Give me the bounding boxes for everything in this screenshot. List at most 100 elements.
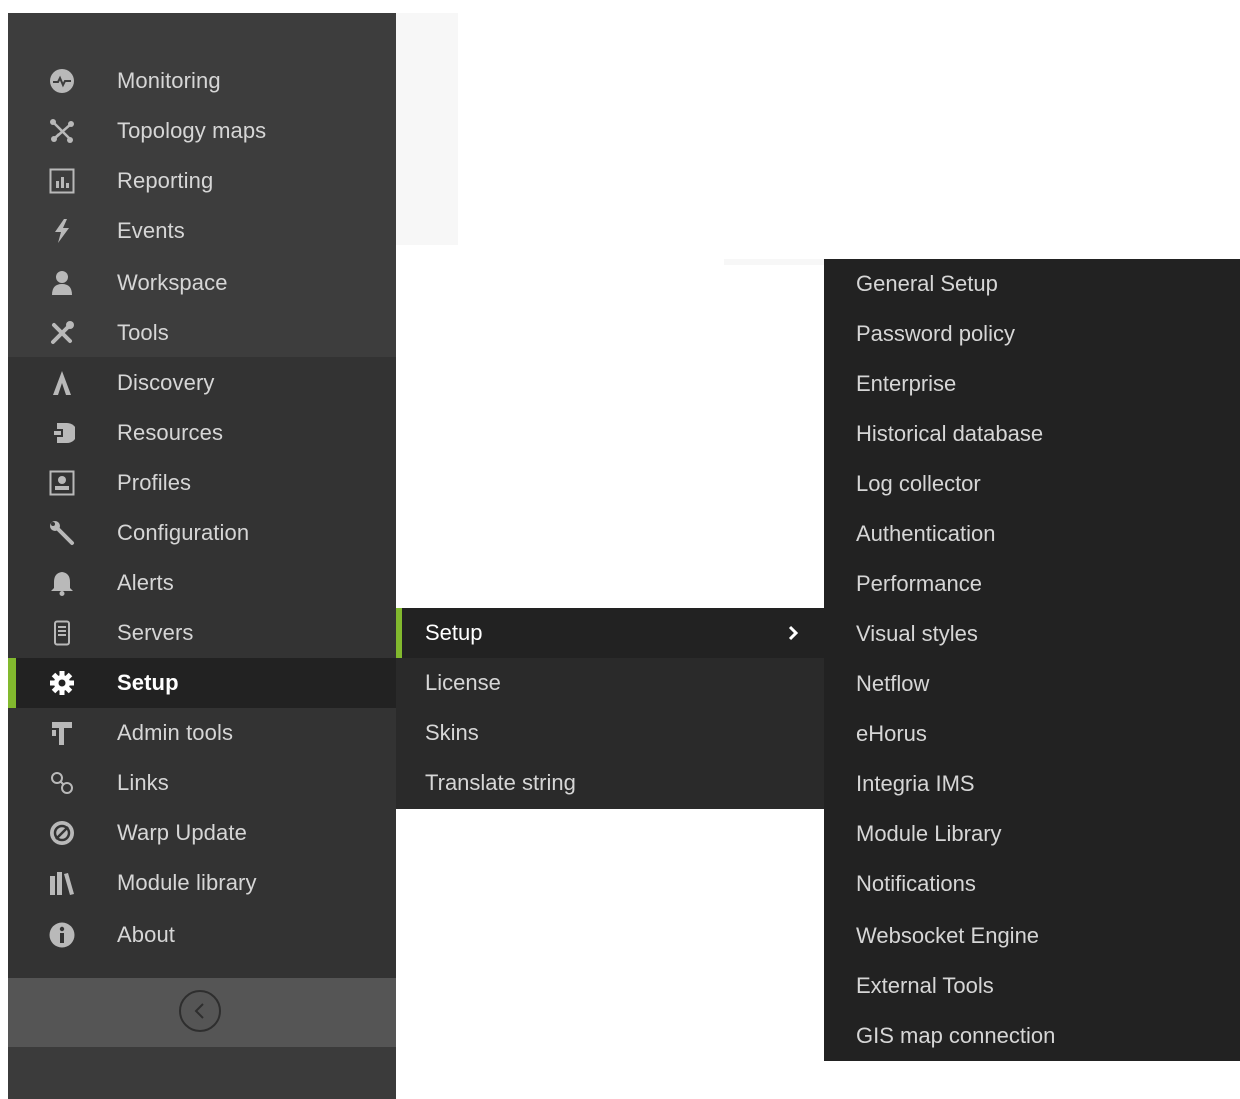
submenu2-item-label: Performance	[856, 571, 982, 596]
sidebar-item-resources[interactable]: Resources	[8, 408, 396, 458]
background-panel	[396, 13, 458, 245]
topology-icon	[48, 118, 76, 144]
gear-icon	[48, 670, 76, 696]
sidebar-item-profiles[interactable]: Profiles	[8, 458, 396, 508]
submenu2-item-gis-map-connection[interactable]: GIS map connection	[824, 1011, 1240, 1061]
sidebar-item-monitoring[interactable]: Monitoring	[8, 56, 396, 106]
sidebar-item-tools[interactable]: Tools	[8, 308, 396, 358]
sidebar-item-label: Setup	[117, 670, 179, 695]
setup-submenu: Setup License Skins Translate string	[396, 608, 824, 809]
active-indicator	[396, 608, 402, 658]
sidebar-item-workspace[interactable]: Workspace	[8, 258, 396, 308]
sidebar-item-label: Discovery	[117, 370, 215, 395]
sidebar-item-label: Events	[117, 218, 185, 243]
submenu2-item-historical-database[interactable]: Historical database	[824, 409, 1240, 459]
sidebar-item-alerts[interactable]: Alerts	[8, 558, 396, 608]
sidebar-item-events[interactable]: Events	[8, 206, 396, 256]
tools-icon	[48, 320, 76, 346]
submenu2-item-label: General Setup	[856, 271, 998, 296]
sidebar-item-label: Links	[117, 770, 169, 795]
submenu2-item-websocket-engine[interactable]: Websocket Engine	[824, 911, 1240, 961]
submenu2-item-netflow[interactable]: Netflow	[824, 659, 1240, 709]
sidebar-item-warp-update[interactable]: Warp Update	[8, 808, 396, 858]
link-icon	[48, 770, 76, 796]
submenu-item-setup[interactable]: Setup	[396, 608, 824, 658]
submenu2-item-visual-styles[interactable]: Visual styles	[824, 609, 1240, 659]
chevron-left-icon	[194, 1003, 204, 1019]
submenu-item-label: Skins	[425, 720, 479, 745]
sidebar-item-label: Admin tools	[117, 720, 234, 745]
submenu2-item-integria-ims[interactable]: Integria IMS	[824, 759, 1240, 809]
chevron-right-icon	[788, 625, 799, 641]
submenu2-item-external-tools[interactable]: External Tools	[824, 961, 1240, 1011]
profile-card-icon	[48, 470, 76, 496]
submenu2-item-label: Notifications	[856, 871, 976, 896]
info-icon	[48, 922, 76, 948]
discovery-icon	[48, 370, 76, 396]
sidebar-item-configuration[interactable]: Configuration	[8, 508, 396, 558]
sidebar-item-label: Tools	[117, 320, 169, 345]
sidebar-item-about[interactable]: About	[8, 910, 396, 960]
submenu2-item-label: Module Library	[856, 821, 1002, 846]
active-indicator	[8, 658, 16, 708]
sidebar-item-label: About	[117, 922, 175, 947]
submenu-item-label: Translate string	[425, 770, 576, 795]
sidebar-item-label: Module library	[117, 870, 257, 895]
sidebar-item-label: Reporting	[117, 168, 214, 193]
submenu2-item-performance[interactable]: Performance	[824, 559, 1240, 609]
library-icon	[48, 870, 76, 896]
sidebar-item-label: Workspace	[117, 270, 228, 295]
submenu2-item-label: Websocket Engine	[856, 923, 1040, 948]
submenu2-item-general-setup[interactable]: General Setup	[824, 259, 1240, 309]
submenu2-item-password-policy[interactable]: Password policy	[824, 309, 1240, 359]
submenu2-item-label: Enterprise	[856, 371, 957, 396]
setup-options-submenu: General Setup Password policy Enterprise…	[824, 259, 1240, 1061]
submenu-item-license[interactable]: License	[396, 658, 824, 708]
submenu2-item-label: Log collector	[856, 471, 981, 496]
heartbeat-icon	[48, 68, 76, 94]
collapse-sidebar-button[interactable]	[179, 990, 221, 1032]
sidebar-item-admin-tools[interactable]: Admin tools	[8, 708, 396, 758]
submenu2-item-notifications[interactable]: Notifications	[824, 859, 1240, 909]
sidebar-item-label: Configuration	[117, 520, 250, 545]
hammer-icon	[48, 720, 76, 746]
sidebar-item-label: Servers	[117, 620, 194, 645]
submenu2-item-label: Authentication	[856, 521, 996, 546]
main-sidebar: Monitoring Topology maps Reporting Event…	[8, 13, 396, 1099]
submenu2-item-enterprise[interactable]: Enterprise	[824, 359, 1240, 409]
submenu2-item-log-collector[interactable]: Log collector	[824, 459, 1240, 509]
submenu2-item-label: eHorus	[856, 721, 927, 746]
background-panel-strip	[724, 259, 824, 265]
sidebar-item-links[interactable]: Links	[8, 758, 396, 808]
sidebar-item-label: Monitoring	[117, 68, 221, 93]
sidebar-item-servers[interactable]: Servers	[8, 608, 396, 658]
bell-icon	[48, 570, 76, 596]
resources-icon	[48, 420, 76, 446]
submenu2-item-label: Historical database	[856, 421, 1044, 446]
submenu-item-skins[interactable]: Skins	[396, 708, 824, 758]
submenu2-item-ehorus[interactable]: eHorus	[824, 709, 1240, 759]
sidebar-item-label: Profiles	[117, 470, 192, 495]
submenu2-item-label: Integria IMS	[856, 771, 975, 796]
sidebar-item-setup[interactable]: Setup	[8, 658, 396, 708]
submenu2-item-label: External Tools	[856, 973, 994, 998]
submenu2-item-label: Password policy	[856, 321, 1015, 346]
submenu-item-label: Setup	[425, 620, 483, 645]
warp-update-icon	[48, 820, 76, 846]
sidebar-item-module-library[interactable]: Module library	[8, 858, 396, 908]
submenu2-item-label: GIS map connection	[856, 1023, 1056, 1048]
sidebar-item-discovery[interactable]: Discovery	[8, 358, 396, 408]
submenu-item-translate-string[interactable]: Translate string	[396, 758, 824, 808]
lightning-icon	[48, 218, 76, 244]
sidebar-item-label: Alerts	[117, 570, 174, 595]
sidebar-item-label: Warp Update	[117, 820, 247, 845]
sidebar-item-topology-maps[interactable]: Topology maps	[8, 106, 396, 156]
submenu2-item-label: Visual styles	[856, 621, 978, 646]
submenu2-item-module-library[interactable]: Module Library	[824, 809, 1240, 859]
sidebar-item-label: Resources	[117, 420, 224, 445]
wrench-icon	[48, 520, 76, 546]
submenu2-item-authentication[interactable]: Authentication	[824, 509, 1240, 559]
submenu-item-label: License	[425, 670, 501, 695]
sidebar-item-label: Topology maps	[117, 118, 267, 143]
sidebar-item-reporting[interactable]: Reporting	[8, 156, 396, 206]
